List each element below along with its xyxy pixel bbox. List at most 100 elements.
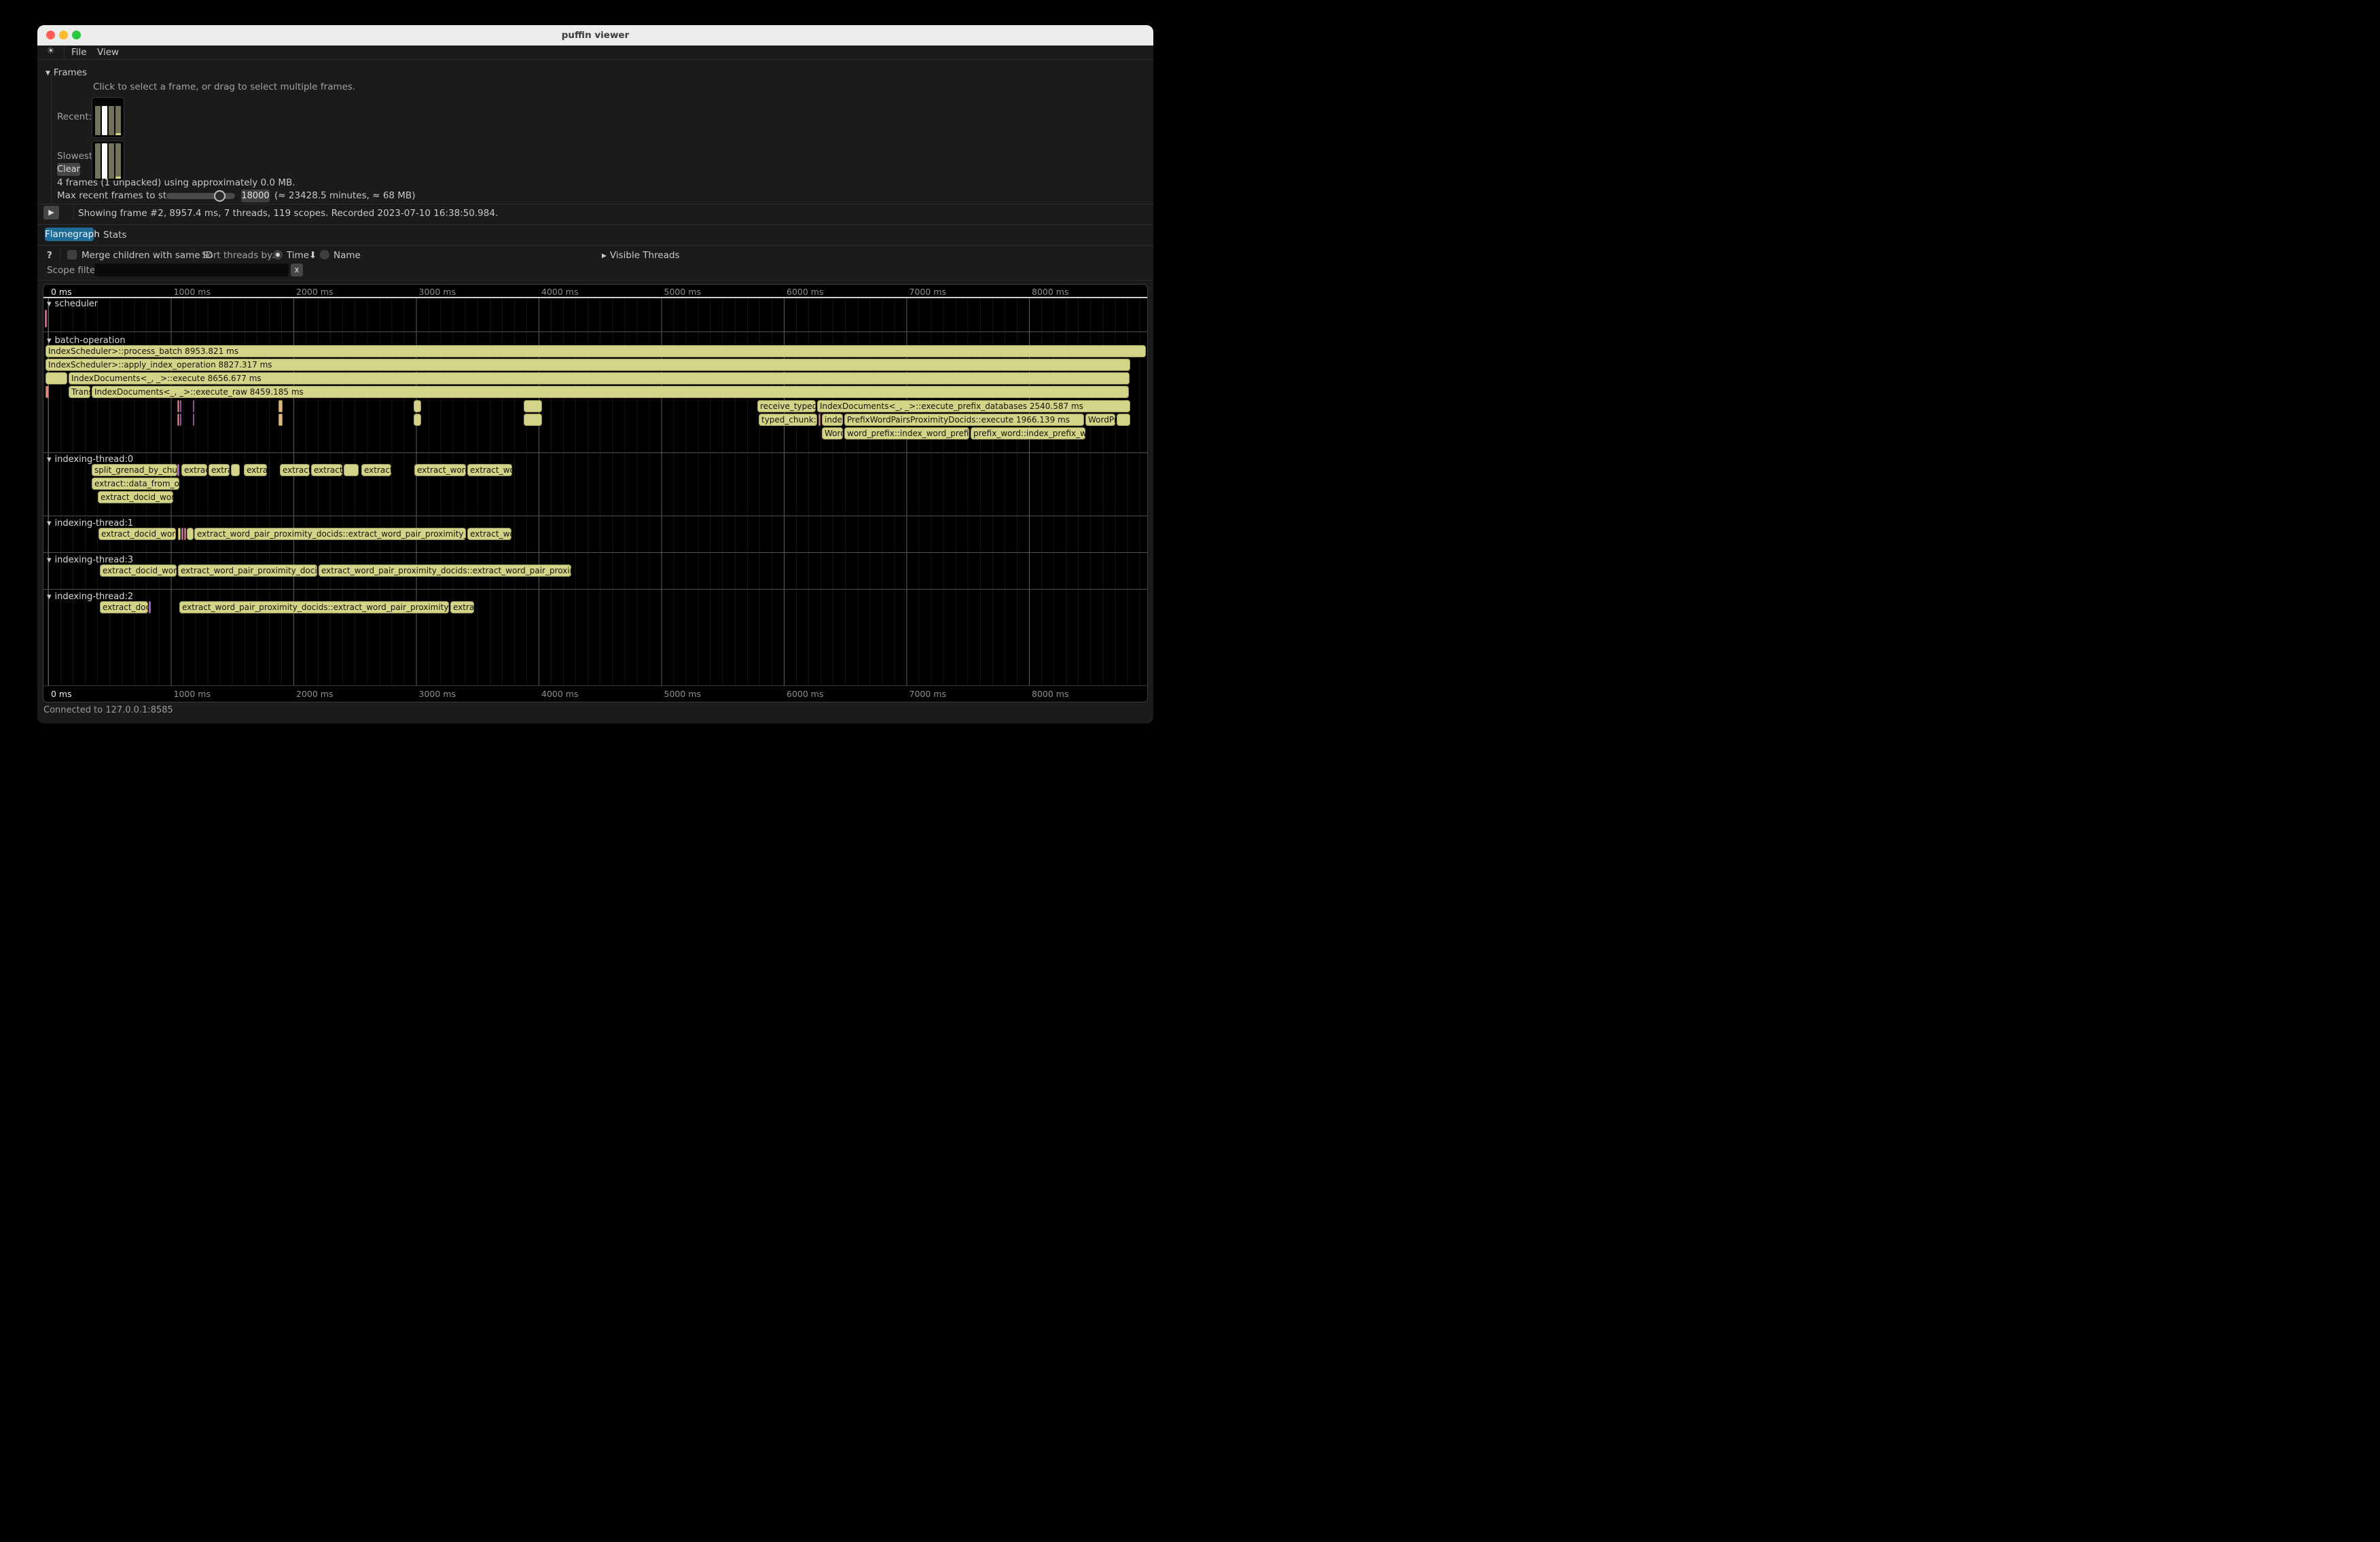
axis-tick-bottom: 2000 ms xyxy=(296,689,333,699)
frame-stripe[interactable] xyxy=(109,106,114,135)
sort-name-label[interactable]: Name xyxy=(333,250,361,261)
flame-bar[interactable] xyxy=(414,414,421,426)
flame-bar[interactable]: extract_word xyxy=(414,464,466,476)
menu-file[interactable]: File xyxy=(71,47,87,58)
frame-stripe[interactable] xyxy=(95,143,101,179)
thread-header-indexing-thread:2[interactable]: ▼indexing-thread:2 xyxy=(47,592,133,602)
flame-bar[interactable] xyxy=(177,464,179,476)
flame-bar[interactable] xyxy=(46,372,67,384)
flame-bar[interactable]: extract xyxy=(361,464,391,476)
max-frames-slider-knob[interactable] xyxy=(214,190,226,202)
flame-bar[interactable] xyxy=(231,464,240,476)
flame-bar[interactable]: IndexDocuments<_, _>::execute_prefix_dat… xyxy=(817,400,1130,412)
frame-stripe[interactable] xyxy=(109,143,114,179)
flame-bar[interactable]: extract_word_pair_proximity_docids xyxy=(178,564,317,577)
flame-bar[interactable]: IndexScheduler>::apply_index_operation 8… xyxy=(46,359,1130,371)
recent-frames-thumbnail[interactable] xyxy=(92,97,124,138)
flame-bar[interactable]: extrac xyxy=(244,464,267,476)
flame-bar[interactable]: extract_word_pair_proximity_docids::extr… xyxy=(179,601,449,613)
visible-threads-toggle[interactable]: ▶Visible Threads xyxy=(602,250,680,261)
flame-bar[interactable] xyxy=(193,414,194,426)
flame-bar[interactable] xyxy=(180,400,181,412)
thread-header-batch-operation[interactable]: ▼batch-operation xyxy=(47,336,126,346)
flame-bar[interactable]: index xyxy=(822,414,843,426)
menu-view[interactable]: View xyxy=(97,47,119,58)
flame-bar[interactable]: extract_docid_word xyxy=(98,528,176,540)
showing-frame-info: Showing frame #2, 8957.4 ms, 7 threads, … xyxy=(78,208,498,219)
thread-header-indexing-thread:0[interactable]: ▼indexing-thread:0 xyxy=(47,454,133,465)
flame-bar[interactable]: Word xyxy=(822,427,843,440)
sort-time-label[interactable]: Time xyxy=(287,250,309,261)
flame-bar[interactable]: extract::data_from_ob xyxy=(92,478,179,490)
flame-bar[interactable] xyxy=(524,414,542,426)
flame-bar[interactable] xyxy=(177,400,179,412)
frame-stripe[interactable] xyxy=(115,143,121,179)
flame-bar[interactable] xyxy=(344,464,359,476)
flame-bar[interactable] xyxy=(1117,414,1130,426)
thread-header-indexing-thread:1[interactable]: ▼indexing-thread:1 xyxy=(47,518,133,528)
clear-filter-button[interactable]: x xyxy=(291,264,303,276)
frame-stripe[interactable] xyxy=(95,106,101,135)
flame-bar[interactable] xyxy=(278,414,283,426)
flame-bar[interactable]: extract_ xyxy=(311,464,342,476)
flame-bar[interactable]: WordPr xyxy=(1085,414,1115,426)
sort-direction-arrow-icon[interactable]: ⬇ xyxy=(309,250,317,261)
thread-header-scheduler[interactable]: ▼scheduler xyxy=(47,299,98,309)
flame-bar[interactable] xyxy=(180,414,181,426)
axis-separator-line xyxy=(43,297,1147,298)
flame-bar[interactable] xyxy=(46,386,49,398)
flame-bar[interactable] xyxy=(193,400,194,412)
frames-section-toggle[interactable]: ▼Frames xyxy=(46,67,87,78)
flame-bar[interactable]: extract_doc xyxy=(100,601,148,613)
flame-bar[interactable]: IndexDocuments<_, _>::execute_raw 8459.1… xyxy=(92,386,1129,398)
sort-name-radio[interactable] xyxy=(320,250,329,259)
flame-bar[interactable]: word_prefix::index_word_prefix xyxy=(844,427,969,440)
play-button[interactable]: ▶ xyxy=(43,206,59,219)
flame-bar[interactable] xyxy=(149,601,151,613)
flame-bar[interactable]: extract_docid_word xyxy=(98,491,173,503)
flame-bar[interactable]: IndexDocuments<_, _>::execute 8656.677 m… xyxy=(69,372,1130,384)
frame-stripe[interactable] xyxy=(102,106,107,135)
flame-bar[interactable] xyxy=(414,400,421,412)
frame-stripe[interactable] xyxy=(102,143,107,179)
flame-bar[interactable]: extract xyxy=(181,464,207,476)
section-divider xyxy=(43,589,1147,590)
flame-bar[interactable] xyxy=(177,414,179,426)
scope-filter-input[interactable] xyxy=(94,264,289,276)
flame-bar[interactable]: receive_typed_ xyxy=(757,400,816,412)
flame-bar[interactable]: extract_word_pair_proximity_docids::extr… xyxy=(194,528,466,540)
frame-stripe[interactable] xyxy=(115,106,121,135)
flame-bar[interactable]: extract_ xyxy=(280,464,310,476)
flame-bar[interactable] xyxy=(524,400,542,412)
flame-bar[interactable] xyxy=(187,528,194,540)
flame-bar[interactable]: extract_docid_word xyxy=(100,564,177,577)
flame-bar[interactable]: extract_wo xyxy=(467,464,512,476)
thread-header-indexing-thread:3[interactable]: ▼indexing-thread:3 xyxy=(47,555,133,565)
flame-bar[interactable]: split_grenad_by_chun xyxy=(92,464,177,476)
tab-stats[interactable]: Stats xyxy=(103,230,126,240)
flame-bar[interactable] xyxy=(178,528,181,540)
flamegraph-canvas[interactable]: 0 ms0 ms1000 ms1000 ms2000 ms2000 ms3000… xyxy=(43,284,1148,702)
flame-bar[interactable]: extrac xyxy=(450,601,474,613)
help-button[interactable]: ? xyxy=(47,250,52,261)
flame-bar[interactable]: extra xyxy=(209,464,230,476)
flame-bar[interactable] xyxy=(181,528,183,540)
tab-flamegraph[interactable]: Flamegraph xyxy=(45,228,94,241)
flame-bar[interactable] xyxy=(45,310,47,327)
flame-bar[interactable] xyxy=(818,414,821,426)
flame-bar[interactable] xyxy=(278,400,283,412)
max-frames-value[interactable]: 18000 xyxy=(241,190,270,202)
flame-bar[interactable]: prefix_word::index_prefix_wo xyxy=(971,427,1085,440)
clear-button[interactable]: Clear xyxy=(57,163,80,176)
flame-bar[interactable]: typed_chunk::w xyxy=(759,414,817,426)
flame-bar[interactable]: PrefixWordPairsProximityDocids::execute … xyxy=(844,414,1084,426)
flame-bar[interactable]: IndexScheduler>::process_batch 8953.821 … xyxy=(46,345,1146,357)
theme-sun-icon[interactable]: ☀ xyxy=(47,46,55,56)
slowest-frames-thumbnail[interactable] xyxy=(92,141,124,181)
sort-time-radio[interactable] xyxy=(273,250,283,259)
flame-bar[interactable]: extract_word_pair_proximity_docids::extr… xyxy=(319,564,571,577)
flame-bar[interactable]: extract_wo xyxy=(467,528,511,540)
flame-bar[interactable]: Trans xyxy=(69,386,90,398)
flame-bar[interactable] xyxy=(184,528,186,540)
merge-children-checkbox[interactable] xyxy=(67,250,77,259)
